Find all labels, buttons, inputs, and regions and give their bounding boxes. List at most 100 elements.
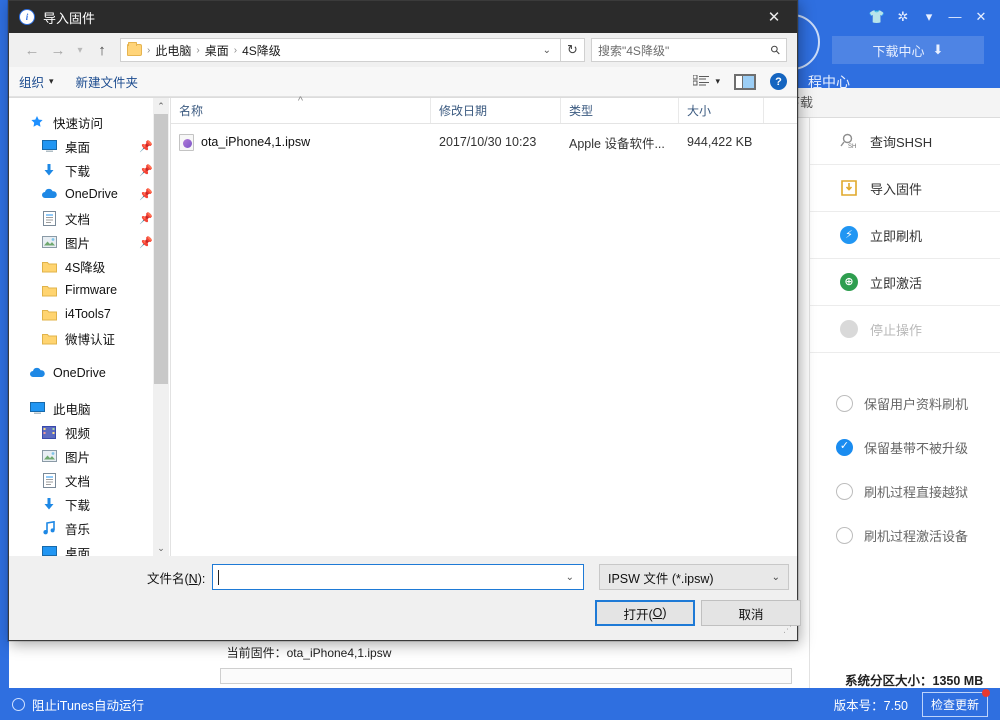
organize-button[interactable]: 组织 ▾ — [19, 72, 54, 91]
nav-item-pictures[interactable]: 图片 📌 — [9, 230, 169, 254]
action-label: 导入固件 — [870, 179, 922, 198]
download-arrow-icon — [39, 497, 59, 511]
search-input[interactable]: 搜索"4S降级" ⚲ — [591, 38, 787, 62]
column-label: 修改日期 — [439, 102, 487, 119]
nav-item-weibo-auth[interactable]: 微博认证 — [9, 326, 169, 350]
download-arrow-icon — [39, 163, 59, 177]
download-icon: ⬇ — [933, 42, 944, 58]
pin-icon: 📌 — [139, 164, 153, 177]
column-header-size[interactable]: 大小 — [679, 98, 764, 123]
scroll-down-icon[interactable]: ⌄ — [153, 540, 169, 556]
nav-item-label: 下载 — [65, 495, 90, 514]
recent-locations-button[interactable]: ▾ — [71, 37, 89, 63]
nav-item-label: 音乐 — [65, 519, 90, 538]
music-icon — [39, 521, 59, 535]
radio-icon — [836, 395, 853, 412]
action-import-firmware[interactable]: 导入固件 — [810, 165, 1000, 212]
nav-item-music[interactable]: 音乐 — [9, 516, 169, 540]
radio-keep-user-data[interactable]: 保留用户资料刷机 — [810, 381, 1000, 425]
nav-item-desktop[interactable]: 桌面 📌 — [9, 134, 169, 158]
forward-button[interactable]: → — [45, 37, 71, 63]
column-header-type[interactable]: 类型 — [561, 98, 679, 123]
breadcrumb-item-desktop[interactable]: 桌面 — [201, 42, 233, 59]
change-view-button[interactable]: ▾ — [693, 75, 720, 89]
action-stop: 停止操作 — [810, 306, 1000, 353]
nav-item-label: 文档 — [65, 209, 90, 228]
column-header-modified[interactable]: 修改日期 — [431, 98, 561, 123]
close-icon[interactable]: ✕ — [751, 1, 797, 33]
nav-item-documents-pc[interactable]: 文档 — [9, 468, 169, 492]
scroll-up-icon[interactable]: ⌃ — [153, 98, 169, 114]
nav-item-label: OneDrive — [65, 187, 118, 201]
navigation-pane: 快速访问 桌面 📌 下载 📌 OneDrive — [9, 98, 169, 556]
folder-icon — [39, 308, 59, 321]
nav-item-label: 文档 — [65, 471, 90, 490]
radio-activate-during-flash[interactable]: 刷机过程激活设备 — [810, 513, 1000, 557]
nav-item-quick-access[interactable]: 快速访问 — [9, 110, 169, 134]
nav-item-documents[interactable]: 文档 📌 — [9, 206, 169, 230]
filetype-select[interactable]: IPSW 文件 (*.ipsw) ⌄ — [599, 564, 789, 590]
menu-button[interactable]: ▾ — [916, 4, 942, 28]
refresh-button[interactable]: ↻ — [561, 38, 585, 62]
nav-item-onedrive-root[interactable]: OneDrive — [9, 361, 169, 385]
pin-icon: 📌 — [139, 236, 153, 249]
chevron-down-icon[interactable]: ⌄ — [562, 572, 578, 583]
dialog-title-bar[interactable]: i 导入固件 ✕ — [9, 1, 797, 33]
nav-item-4s-downgrade[interactable]: 4S降级 — [9, 254, 169, 278]
navigation-pane-scrollbar[interactable]: ⌃ ⌄ — [153, 98, 169, 556]
open-button[interactable]: 打开(O) — [595, 600, 695, 626]
new-folder-button[interactable]: 新建文件夹 — [76, 72, 139, 91]
up-button[interactable]: ↑ — [89, 37, 115, 63]
column-label: 名称 — [179, 102, 203, 119]
resize-grip[interactable]: ⋰ — [783, 627, 793, 637]
nav-item-label: OneDrive — [53, 366, 106, 380]
block-itunes-toggle[interactable]: 阻止iTunes自动运行 — [12, 695, 144, 714]
radio-jailbreak-during-flash[interactable]: 刷机过程直接越狱 — [810, 469, 1000, 513]
minimize-button[interactable]: — — [942, 4, 968, 28]
action-query-shsh[interactable]: SH 查询SHSH — [810, 118, 1000, 165]
scrollbar-thumb[interactable] — [154, 114, 168, 384]
picture-icon — [39, 450, 59, 462]
radio-icon — [836, 483, 853, 500]
nav-item-downloads[interactable]: 下载 📌 — [9, 158, 169, 182]
filename-input[interactable]: ⌄ — [212, 564, 584, 590]
radio-keep-baseband[interactable]: 保留基带不被升级 — [810, 425, 1000, 469]
nav-item-downloads-pc[interactable]: 下载 — [9, 492, 169, 516]
version-label: 版本号：7.50 — [834, 695, 908, 714]
nav-item-onedrive[interactable]: OneDrive 📌 — [9, 182, 169, 206]
document-icon — [39, 473, 59, 488]
action-flash-now[interactable]: ⚡ 立即刷机 — [810, 212, 1000, 259]
app-icon: i — [19, 9, 35, 25]
table-row[interactable]: ota_iPhone4,1.ipsw 2017/10/30 10:23 Appl… — [171, 128, 797, 156]
open-label-key: O — [653, 606, 663, 620]
settings-button[interactable]: ✲ — [890, 4, 916, 28]
column-header-name[interactable]: 名称 — [171, 98, 431, 123]
skin-button[interactable]: 👕 — [864, 4, 890, 28]
nav-item-pictures-pc[interactable]: 图片 — [9, 444, 169, 468]
nav-item-label: 4S降级 — [65, 257, 105, 276]
close-button[interactable]: ✕ — [968, 4, 994, 28]
nav-item-desktop-pc[interactable]: 桌面 — [9, 540, 169, 556]
breadcrumb-item-this-pc[interactable]: 此电脑 — [151, 42, 195, 59]
breadcrumb[interactable]: › 此电脑 › 桌面 › 4S降级 ⌄ — [120, 38, 561, 62]
dialog-body: 快速访问 桌面 📌 下载 📌 OneDrive — [9, 97, 797, 556]
download-center-button[interactable]: 下载中心 ⬇ — [832, 36, 984, 64]
check-update-button[interactable]: 检查更新 — [922, 692, 988, 717]
cancel-button[interactable]: 取消 — [701, 600, 801, 626]
preview-pane-button[interactable] — [734, 74, 756, 90]
desktop-icon — [39, 140, 59, 153]
ipsw-file-icon — [179, 134, 194, 151]
chevron-down-icon[interactable]: ⌄ — [538, 45, 556, 56]
nav-item-videos[interactable]: 视频 — [9, 420, 169, 444]
window-controls[interactable]: 👕 ✲ ▾ — ✕ — [864, 4, 994, 28]
picture-icon — [39, 236, 59, 248]
back-button[interactable]: ← — [19, 37, 45, 63]
breadcrumb-item-current[interactable]: 4S降级 — [238, 42, 285, 59]
action-activate-now[interactable]: ⊕ 立即激活 — [810, 259, 1000, 306]
nav-item-i4tools7[interactable]: i4Tools7 — [9, 302, 169, 326]
nav-item-this-pc[interactable]: 此电脑 — [9, 396, 169, 420]
pin-icon: 📌 — [139, 212, 153, 225]
help-icon[interactable]: ? — [770, 73, 787, 90]
nav-item-firmware[interactable]: Firmware — [9, 278, 169, 302]
magnifier-shsh-icon: SH — [836, 130, 862, 152]
